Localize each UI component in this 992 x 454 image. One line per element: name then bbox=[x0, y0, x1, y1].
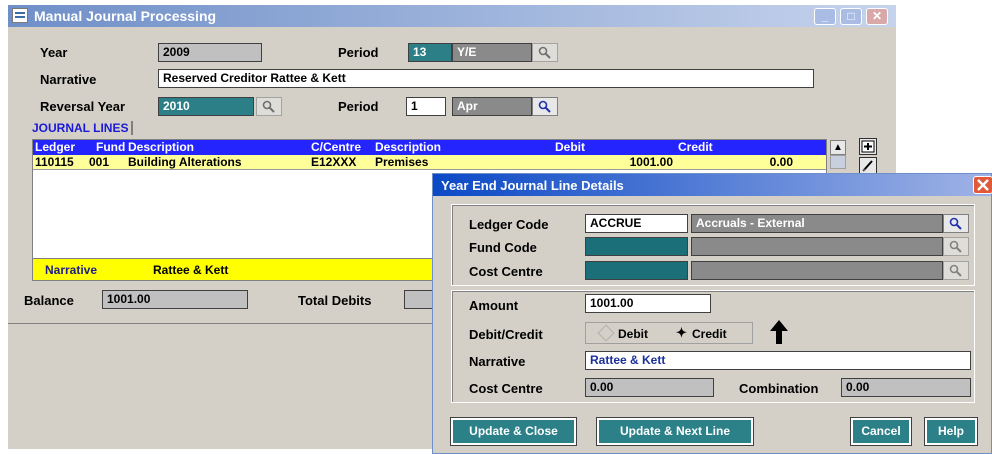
reversal-period-label: Period bbox=[338, 99, 379, 114]
amount-label: Amount bbox=[469, 298, 519, 313]
up-arrow-icon bbox=[770, 320, 788, 344]
grid-header: Ledger Fund Description C/Centre Descrip… bbox=[33, 140, 826, 155]
update-close-button[interactable]: Update & Close bbox=[450, 417, 577, 446]
narrative-label: Narrative bbox=[40, 72, 97, 87]
table-row[interactable]: 110115 001 Building Alterations E12XXX P… bbox=[33, 155, 826, 170]
app-icon bbox=[12, 8, 28, 23]
journal-lines-tab[interactable]: JOURNAL LINES bbox=[32, 121, 134, 135]
reversal-year-field[interactable]: 2010 bbox=[158, 97, 254, 116]
edit-line-button[interactable] bbox=[859, 157, 877, 174]
cost-centre-field[interactable] bbox=[585, 261, 688, 280]
line-narrative-bar: Narrative Rattee & Kett bbox=[32, 258, 472, 281]
cell-ledger: 110115 bbox=[35, 155, 74, 169]
close-button[interactable]: ✕ bbox=[866, 8, 888, 25]
total-debits-label: Total Debits bbox=[298, 293, 372, 308]
debit-radio[interactable] bbox=[597, 324, 615, 342]
reversal-period-field[interactable]: 1 bbox=[406, 97, 446, 116]
cell-debit: 1001.00 bbox=[629, 155, 673, 169]
combination-field: 0.00 bbox=[841, 378, 971, 397]
period-name-field: Y/E bbox=[452, 43, 532, 62]
line-details-dialog: Year End Journal Line Details Ledger Cod… bbox=[432, 173, 992, 454]
combination-label: Combination bbox=[739, 381, 819, 396]
narrative-field[interactable]: Rattee & Kett bbox=[585, 351, 971, 370]
pencil-icon bbox=[862, 160, 873, 172]
cost-centre-label: Cost Centre bbox=[469, 264, 543, 279]
search-icon bbox=[538, 46, 551, 59]
search-icon bbox=[949, 264, 962, 277]
search-icon bbox=[949, 217, 962, 230]
maximize-button[interactable]: □ bbox=[840, 8, 862, 25]
cell-cc-description: Premises bbox=[375, 155, 429, 169]
cost-centre-amount-field: 0.00 bbox=[585, 378, 714, 397]
credit-option-label[interactable]: Credit bbox=[692, 327, 727, 341]
reversal-period-lookup-button[interactable] bbox=[532, 97, 558, 116]
line-narrative-value: Rattee & Kett bbox=[153, 263, 229, 277]
amount-field[interactable]: 1001.00 bbox=[585, 294, 711, 313]
column-header-ledger[interactable]: Ledger bbox=[35, 140, 75, 155]
line-narrative-label: Narrative bbox=[45, 263, 98, 277]
debit-option-label[interactable]: Debit bbox=[618, 327, 648, 341]
search-icon bbox=[262, 100, 275, 113]
add-line-button[interactable] bbox=[859, 138, 877, 155]
minimize-button[interactable]: _ bbox=[814, 8, 836, 25]
column-header-description[interactable]: Description bbox=[128, 140, 194, 155]
cell-fund: 001 bbox=[89, 155, 110, 169]
ledger-code-lookup-button[interactable] bbox=[943, 214, 969, 233]
dialog-title-bar[interactable]: Year End Journal Line Details bbox=[433, 174, 991, 196]
scrollbar-thumb[interactable] bbox=[830, 155, 846, 169]
narrative-label: Narrative bbox=[469, 354, 526, 369]
dialog-close-button[interactable] bbox=[973, 176, 992, 194]
period-lookup-button[interactable] bbox=[532, 43, 558, 62]
ledger-code-description: Accruals - External bbox=[691, 214, 943, 233]
update-next-line-button[interactable]: Update & Next Line bbox=[596, 417, 754, 446]
credit-radio[interactable]: ✦ bbox=[676, 325, 687, 341]
cost-centre-lookup-button[interactable] bbox=[943, 261, 969, 280]
narrative-field[interactable]: Reserved Creditor Rattee & Kett bbox=[158, 69, 814, 88]
reversal-year-lookup-button[interactable] bbox=[256, 97, 282, 116]
cell-ccentre: E12XXX bbox=[311, 155, 357, 169]
column-header-cc-description[interactable]: Description bbox=[375, 140, 441, 155]
debit-credit-group: Debit ✦ Credit bbox=[585, 322, 753, 344]
balance-field: 1001.00 bbox=[102, 290, 248, 309]
balance-label: Balance bbox=[24, 293, 74, 308]
period-field[interactable]: 13 bbox=[408, 43, 452, 62]
search-icon bbox=[949, 240, 962, 253]
dialog-title: Year End Journal Line Details bbox=[441, 178, 624, 193]
plus-icon bbox=[861, 140, 875, 153]
debit-credit-label: Debit/Credit bbox=[469, 327, 543, 342]
reversal-year-label: Reversal Year bbox=[40, 99, 126, 114]
year-field[interactable]: 2009 bbox=[158, 43, 262, 62]
column-header-ccentre[interactable]: C/Centre bbox=[311, 140, 361, 155]
ledger-code-field[interactable]: ACCRUE bbox=[585, 214, 688, 233]
period-label: Period bbox=[338, 45, 379, 60]
title-bar[interactable]: Manual Journal Processing _ □ ✕ bbox=[8, 5, 896, 27]
cost-centre-description bbox=[691, 261, 943, 280]
column-header-fund[interactable]: Fund bbox=[96, 140, 125, 155]
close-icon bbox=[977, 179, 989, 191]
year-label: Year bbox=[40, 45, 68, 60]
column-header-credit[interactable]: Credit bbox=[678, 140, 713, 155]
fund-code-description bbox=[691, 237, 943, 256]
fund-code-lookup-button[interactable] bbox=[943, 237, 969, 256]
help-button[interactable]: Help bbox=[924, 417, 978, 446]
fund-code-label: Fund Code bbox=[469, 240, 537, 255]
scroll-up-button[interactable]: ▲ bbox=[830, 140, 846, 155]
cost-centre-amount-label: Cost Centre bbox=[469, 381, 543, 396]
search-icon bbox=[538, 100, 551, 113]
window-title: Manual Journal Processing bbox=[34, 8, 217, 24]
cell-description: Building Alterations bbox=[128, 155, 242, 169]
ledger-code-label: Ledger Code bbox=[469, 217, 549, 232]
column-header-debit[interactable]: Debit bbox=[555, 140, 585, 155]
reversal-period-name-field: Apr bbox=[452, 97, 532, 116]
fund-code-field[interactable] bbox=[585, 237, 688, 256]
cancel-button[interactable]: Cancel bbox=[850, 417, 912, 446]
cell-credit: 0.00 bbox=[769, 155, 793, 169]
